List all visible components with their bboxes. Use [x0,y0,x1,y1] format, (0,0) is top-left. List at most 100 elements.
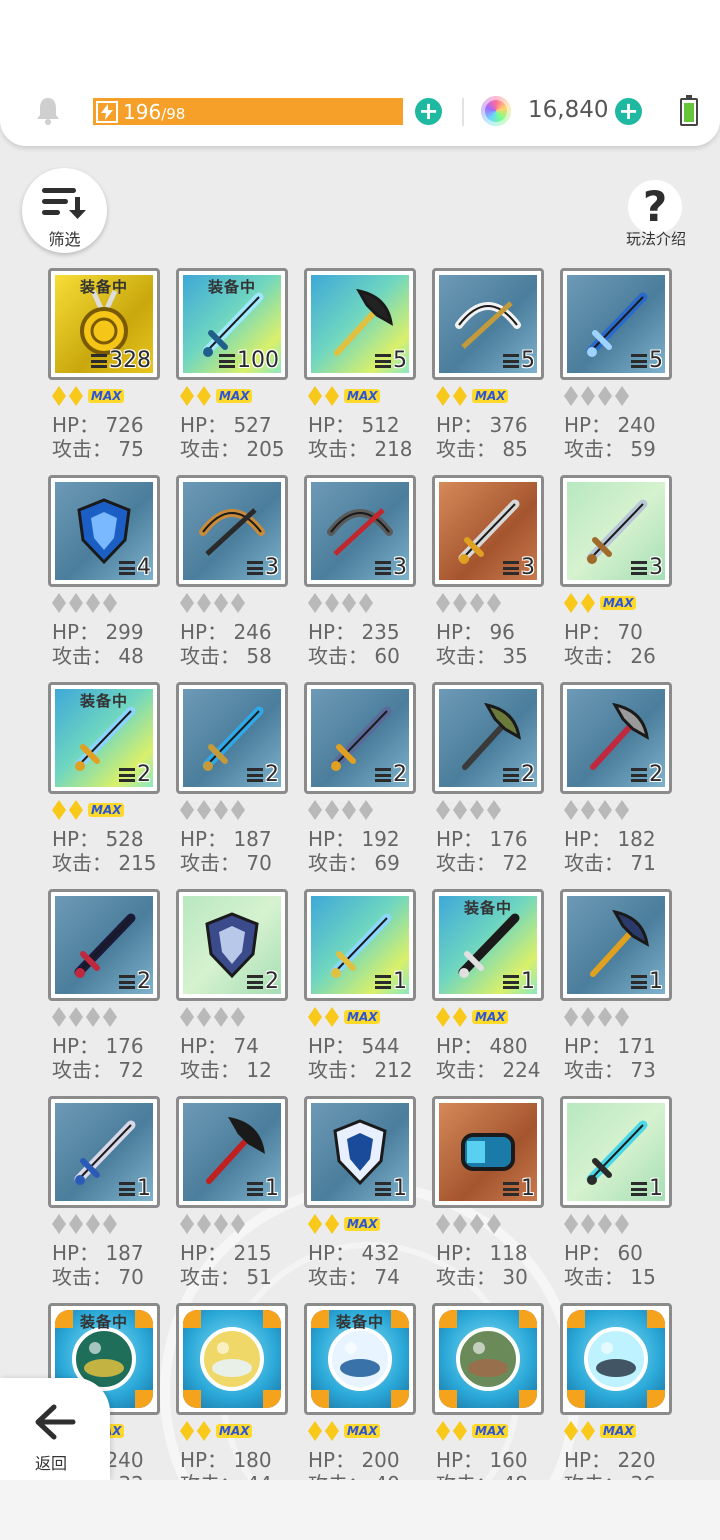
item-tile[interactable]: 1 [560,1096,672,1208]
inventory-item[interactable]: 装备中 328 MAX HP： 726 攻击： 75 [48,268,176,468]
item-tile[interactable]: 2 [432,682,544,794]
star-rating: MAX [564,1420,637,1442]
item-attack: 攻击： 205 [180,437,285,461]
inventory-item[interactable]: 装备中MAXHP： 200攻击： 40 [304,1303,432,1480]
star-rating [180,799,248,821]
inventory-item[interactable]: 1 HP： 118 攻击： 30 [432,1096,560,1296]
item-attack: 攻击： 71 [564,851,656,875]
item-tile[interactable]: 3 [432,475,544,587]
back-button[interactable]: 返回 [0,1378,110,1480]
equipped-label: 装备中 [207,278,256,296]
diamond-icon [615,386,629,406]
diamond-icon [564,593,578,613]
item-background: 装备中 [311,1310,409,1408]
filter-button[interactable]: 筛选 [22,168,107,253]
bell-icon[interactable] [34,96,62,126]
item-tile[interactable]: 2 [176,682,288,794]
item-tile[interactable]: 5 [432,268,544,380]
inventory-item[interactable]: 1 HP： 187 攻击： 70 [48,1096,176,1296]
item-tile[interactable] [176,1303,288,1415]
item-tile[interactable]: 3 [176,475,288,587]
item-tile[interactable]: 5 [560,268,672,380]
item-tile[interactable]: 装备中 328 [48,268,160,380]
inventory-item[interactable]: 装备中 100 MAX HP： 527 攻击： 205 [176,268,304,468]
star-rating [308,592,376,614]
stack-icon [247,1181,263,1196]
inventory-item[interactable]: 5 MAX HP： 376 攻击： 85 [432,268,560,468]
inventory-item[interactable]: 1 MAX HP： 544 攻击： 212 [304,889,432,1089]
inventory-item[interactable]: 2 HP： 187 攻击： 70 [176,682,304,882]
inventory-item[interactable]: 2 HP： 176 攻击： 72 [48,889,176,1089]
item-tile[interactable]: 3 [560,475,672,587]
max-badge: MAX [472,1010,509,1024]
diamond-icon [308,1007,322,1027]
diamond-icon [436,386,450,406]
item-attack: 攻击： 215 [52,851,157,875]
item-count-value: 328 [109,348,151,373]
divider [462,98,464,126]
inventory-item[interactable]: 5 HP： 240 攻击： 59 [560,268,688,468]
item-count: 100 [219,348,279,373]
diamond-icon [436,593,450,613]
inventory-item[interactable]: 1 HP： 171 攻击： 73 [560,889,688,1089]
inventory-item[interactable]: 3 HP： 96 攻击： 35 [432,475,560,675]
help-button[interactable]: ? 玩法介绍 [620,180,692,250]
inventory-item[interactable]: 2 HP： 182 攻击： 71 [560,682,688,882]
inventory-item[interactable]: 4 HP： 299 攻击： 48 [48,475,176,675]
item-attack: 攻击： 48 [52,644,144,668]
item-tile[interactable]: 4 [48,475,160,587]
inventory-item[interactable]: 1 HP： 215 攻击： 51 [176,1096,304,1296]
item-count: 1 [375,1176,407,1201]
item-tile[interactable] [560,1303,672,1415]
item-tile[interactable]: 3 [304,475,416,587]
inventory-item[interactable]: 2 HP： 192 攻击： 69 [304,682,432,882]
item-tile[interactable]: 装备中 [304,1303,416,1415]
inventory-item[interactable]: MAXHP： 220攻击： 36 [560,1303,688,1480]
item-tile[interactable]: 装备中 1 [432,889,544,1001]
item-tile[interactable]: 1 [304,889,416,1001]
diamond-icon [197,386,211,406]
inventory-item[interactable]: MAXHP： 180攻击： 44 [176,1303,304,1480]
item-tile[interactable]: 2 [560,682,672,794]
inventory-item[interactable]: 装备中 1 MAX HP： 480 攻击： 224 [432,889,560,1089]
add-gems-button[interactable]: + [615,98,642,125]
inventory-item[interactable]: 1 HP： 60 攻击： 15 [560,1096,688,1296]
item-tile[interactable]: 装备中 100 [176,268,288,380]
question-mark-icon: ? [628,180,682,234]
inventory-item[interactable]: 1 MAX HP： 432 攻击： 74 [304,1096,432,1296]
item-tile[interactable]: 1 [176,1096,288,1208]
inventory-item[interactable]: MAXHP： 160攻击： 48 [432,1303,560,1480]
inventory-item[interactable]: 3 HP： 246 攻击： 58 [176,475,304,675]
item-tile[interactable]: 装备中 2 [48,682,160,794]
inventory-item[interactable]: 5 MAX HP： 512 攻击： 218 [304,268,432,468]
energy-current: 196 [123,99,162,124]
item-tile[interactable]: 2 [304,682,416,794]
stack-icon [503,1181,519,1196]
item-count: 1 [247,1176,279,1201]
max-badge: MAX [600,596,637,610]
add-energy-button[interactable]: + [415,98,442,125]
inventory-item[interactable]: 2 HP： 74 攻击： 12 [176,889,304,1089]
inventory-item[interactable]: 装备中 2 MAX HP： 528 攻击： 215 [48,682,176,882]
item-tile[interactable]: 1 [432,1096,544,1208]
diamond-icon [564,1421,578,1441]
diamond-icon [180,1214,194,1234]
item-tile[interactable]: 1 [304,1096,416,1208]
item-tile[interactable]: 1 [48,1096,160,1208]
stack-icon [375,353,391,368]
item-tile[interactable]: 2 [48,889,160,1001]
inventory-item[interactable]: 3 MAX HP： 70 攻击： 26 [560,475,688,675]
item-tile[interactable]: 2 [176,889,288,1001]
item-attack: 攻击： 58 [180,644,272,668]
item-count-value: 100 [237,348,279,373]
item-tile[interactable]: 5 [304,268,416,380]
item-tile[interactable]: 1 [560,889,672,1001]
diamond-icon [598,386,612,406]
item-tile[interactable] [432,1303,544,1415]
inventory-item[interactable]: 3 HP： 235 攻击： 60 [304,475,432,675]
inventory-item[interactable]: 2 HP： 176 攻击： 72 [432,682,560,882]
item-count: 2 [503,762,535,787]
stack-icon [219,353,235,368]
diamond-icon [581,1007,595,1027]
item-count-value: 2 [521,762,535,787]
